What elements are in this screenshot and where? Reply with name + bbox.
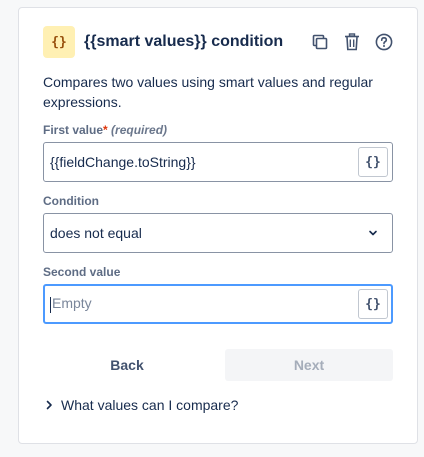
panel-header: {} {{smart values}} condition	[43, 26, 395, 58]
help-icon[interactable]	[373, 31, 395, 53]
first-value-input[interactable]: {{fieldChange.toString}} {}	[43, 142, 393, 182]
copy-icon-graphic	[312, 34, 328, 50]
navigation-buttons: Back Next	[43, 349, 393, 381]
help-expander[interactable]: What values can I compare?	[43, 395, 238, 415]
chevron-right-icon	[46, 400, 52, 410]
condition-selected-value: does not equal	[50, 225, 142, 241]
smart-values-badge-icon: {}	[43, 26, 75, 58]
back-button[interactable]: Back	[43, 349, 211, 381]
panel-title: {{smart values}} condition	[84, 33, 284, 50]
trash-icon[interactable]	[341, 31, 363, 53]
second-value-label: Second value	[43, 265, 120, 279]
help-icon-graphic	[375, 33, 393, 51]
chevron-down-icon-graphic	[369, 230, 377, 236]
second-value-placeholder: Empty	[52, 295, 92, 312]
second-value-label-text: Second value	[43, 265, 121, 279]
condition-panel: {} {{smart values}} condition Compares t…	[18, 7, 418, 444]
first-value-label-text: First value	[43, 123, 104, 137]
help-expander-label: What values can I compare?	[61, 397, 239, 413]
required-hint: (required)	[111, 123, 168, 137]
first-value-text: {{fieldChange.toString}}	[50, 154, 196, 170]
second-value-smart-value-button[interactable]: {}	[358, 289, 388, 319]
required-marker: *	[103, 123, 108, 137]
copy-icon[interactable]	[309, 31, 331, 53]
text-cursor	[50, 296, 51, 313]
first-value-label: First value* (required)	[43, 123, 167, 137]
condition-label: Condition	[43, 194, 99, 208]
panel-description: Compares two values using smart values a…	[43, 74, 373, 110]
next-button[interactable]: Next	[225, 349, 393, 381]
trash-icon-graphic	[345, 33, 359, 51]
chevron-down-icon	[358, 218, 388, 248]
condition-select[interactable]: does not equal	[43, 213, 393, 253]
second-value-text: Empty	[50, 295, 358, 313]
first-value-smart-value-button[interactable]: {}	[358, 147, 388, 177]
second-value-input[interactable]: Empty {}	[43, 284, 393, 324]
header-actions	[309, 31, 395, 53]
condition-label-text: Condition	[43, 194, 99, 208]
